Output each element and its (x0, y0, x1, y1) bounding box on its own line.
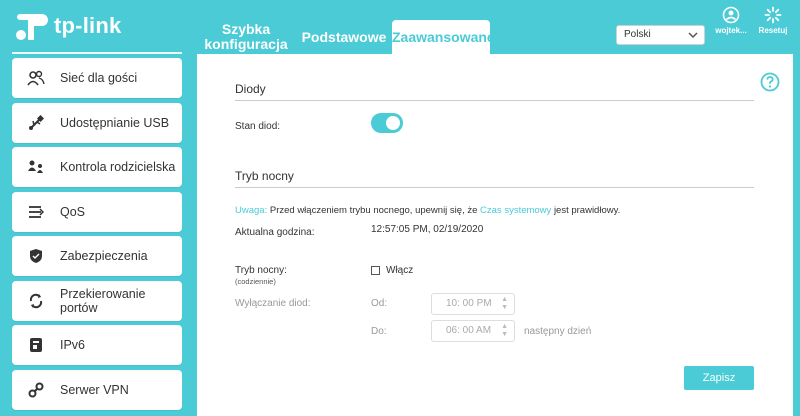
night-mode-note: Uwaga: Przed włączeniem trybu nocnego, u… (235, 205, 620, 216)
current-time-label: Aktualna godzina: (235, 227, 315, 238)
sidebar-item-port-forwarding[interactable]: Przekierowanie portów (12, 280, 182, 321)
sidebar-item-label: Zabezpieczenia (60, 249, 148, 263)
tab-quick-setup-line1: Szybka (221, 21, 271, 37)
user-button[interactable]: wojtek... (712, 6, 750, 35)
sidebar-item-vpn-server[interactable]: Serwer VPN (12, 369, 182, 410)
tab-quick-setup[interactable]: Szybka konfiguracja (204, 22, 288, 55)
language-value: Polski (624, 29, 651, 40)
usb-icon (12, 114, 60, 131)
logo-divider (12, 52, 182, 54)
sidebar-item-label-line1: Przekierowanie (60, 286, 146, 301)
spinner-arrows-icon[interactable]: ▲ ▼ (501, 323, 508, 339)
sidebar-item-parental-control[interactable]: Kontrola rodzicielska (12, 147, 182, 187)
help-icon[interactable] (760, 72, 780, 97)
night-mode-section-divider (235, 187, 754, 188)
note-text: Przed włączeniem trybu nocnego, upewnij … (269, 205, 478, 216)
checkbox-box (371, 266, 380, 275)
reset-label: Resetuj (758, 26, 788, 35)
from-label: Od: (371, 298, 388, 309)
tp-link-logo-icon (16, 14, 48, 40)
tp-link-logo: tp-link (12, 6, 182, 46)
sidebar-item-label: Sieć dla gości (60, 71, 138, 85)
to-time-input[interactable]: 06: 00 AM ▲ ▼ (431, 320, 515, 342)
led-status-label: Stan diod: (235, 121, 281, 132)
reset-button[interactable]: Resetuj (756, 6, 790, 35)
sidebar-item-usb-sharing[interactable]: Udostępnianie USB (12, 102, 182, 143)
from-time-input[interactable]: 10: 00 PM ▲ ▼ (431, 293, 515, 315)
system-time-link[interactable]: Czas systemowy (480, 205, 551, 216)
shield-icon (12, 248, 60, 264)
port-forwarding-icon (12, 293, 60, 309)
sidebar-item-label: Przekierowanie portów (60, 287, 145, 315)
guest-network-icon (12, 70, 60, 86)
sidebar-item-label-line2: portów (60, 300, 98, 315)
night-mode-label: Tryb nocny: (codziennie) (235, 265, 287, 286)
user-label: wojtek... (715, 26, 747, 35)
sidebar-item-ipv6[interactable]: IPv6 (12, 325, 182, 365)
next-day-label: następny dzień (524, 326, 592, 337)
sidebar-item-security[interactable]: Zabezpieczenia (12, 236, 182, 276)
leds-section-divider (235, 100, 754, 101)
spinner-arrows-icon[interactable]: ▲ ▼ (501, 296, 508, 312)
sidebar-item-guest-network[interactable]: Sieć dla gości (12, 58, 182, 98)
vpn-icon (12, 382, 60, 398)
led-status-toggle[interactable] (371, 113, 403, 133)
note-end: jest prawidłowy. (553, 205, 621, 216)
sidebar-item-label: Udostępnianie USB (60, 115, 170, 130)
parental-control-icon (12, 159, 60, 175)
night-mode-section-title: Tryb nocny (235, 169, 294, 183)
toggle-knob (386, 116, 400, 130)
note-warning: Uwaga: (235, 205, 268, 216)
sidebar-item-label: IPv6 (60, 338, 86, 352)
chevron-down-icon (688, 26, 698, 50)
sidebar: Sieć dla gości Udostępnianie USB Kontrol… (12, 58, 182, 414)
tab-advanced[interactable]: Zaawansowane (392, 20, 495, 54)
current-time-value: 12:57:05 PM, 02/19/2020 (371, 224, 484, 235)
user-icon (722, 6, 740, 24)
to-time-value: 06: 00 AM (446, 325, 492, 336)
ipv6-icon (12, 337, 60, 353)
sidebar-item-label: QoS (60, 204, 86, 219)
from-time-value: 10: 00 PM (446, 298, 492, 309)
qos-icon (12, 205, 60, 219)
night-mode-label-text: Tryb nocny: (235, 265, 287, 276)
language-select[interactable]: Polski (616, 25, 705, 45)
leds-section-title: Diody (235, 82, 266, 96)
logo-text: tp-link (54, 13, 122, 38)
sidebar-item-qos[interactable]: QoS (12, 191, 182, 232)
sidebar-item-label: Serwer VPN (60, 382, 129, 397)
night-mode-sublabel: (codziennie) (235, 277, 276, 286)
sidebar-item-label: Kontrola rodzicielska (60, 160, 176, 174)
night-mode-enable-checkbox[interactable]: Włącz (371, 265, 413, 276)
reset-icon (764, 6, 782, 24)
save-button[interactable]: Zapisz (684, 366, 754, 390)
night-mode-enable-label: Włącz (386, 265, 414, 276)
leds-off-label: Wyłączanie diod: (235, 298, 311, 309)
to-label: Do: (371, 326, 387, 337)
tab-quick-setup-line2: konfiguracja (204, 36, 288, 52)
